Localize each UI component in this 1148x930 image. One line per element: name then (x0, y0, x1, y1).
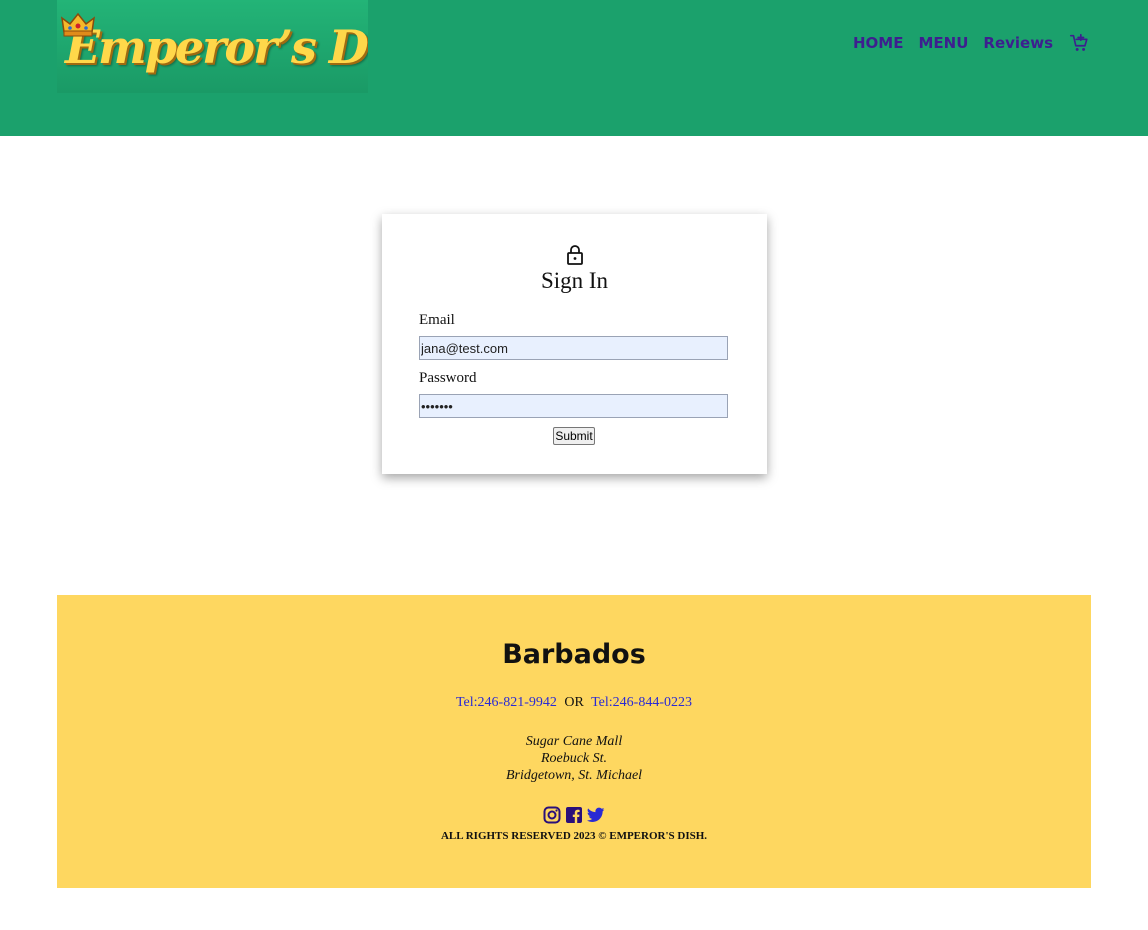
phone-link-1[interactable]: Tel:246-821-9942 (456, 695, 557, 710)
address-line: Bridgetown, St. Michael (505, 768, 643, 783)
address: Sugar Cane Mall Roebuck St. Bridgetown, … (57, 733, 1091, 784)
crown-icon (61, 12, 95, 37)
signin-card: Sign In Email Password Submit (382, 214, 767, 474)
lock-icon (567, 245, 583, 265)
site-header: Emperor’s Dish HOME MENU Reviews (0, 0, 1148, 136)
address-line: Sugar Cane Mall (525, 734, 623, 749)
instagram-icon[interactable] (543, 806, 561, 824)
facebook-icon[interactable] (565, 806, 583, 824)
nav-menu-link[interactable]: MENU (918, 34, 968, 52)
phone-link-2[interactable]: Tel:246-844-0223 (591, 695, 692, 710)
password-label: Password (419, 370, 477, 386)
email-label: Email (419, 312, 455, 328)
footer-title: Barbados (502, 639, 646, 670)
copyright: ALL RIGHTS RESERVED 2023 © EMPEROR'S DIS… (440, 830, 708, 842)
password-field[interactable] (419, 394, 728, 418)
logo[interactable]: Emperor’s Dish (57, 0, 368, 93)
twitter-icon[interactable] (587, 806, 605, 824)
cart-plus-icon[interactable] (1068, 32, 1090, 54)
submit-button[interactable]: Submit (553, 427, 595, 445)
signin-title: Sign In (540, 268, 609, 293)
phone-numbers: Tel:246-821-9942 OR Tel:246-844-0223 (57, 695, 1091, 711)
address-line: Roebuck St. (540, 751, 608, 766)
social-links (57, 806, 1091, 824)
main-nav: HOME MENU Reviews (853, 32, 1090, 54)
email-field[interactable] (419, 336, 728, 360)
or-text: OR (564, 695, 584, 710)
site-footer: Barbados Tel:246-821-9942 OR Tel:246-844… (57, 595, 1091, 888)
nav-home-link[interactable]: HOME (853, 34, 903, 52)
logo-text: Emperor’s Dish (65, 20, 368, 74)
nav-reviews-link[interactable]: Reviews (983, 34, 1053, 52)
